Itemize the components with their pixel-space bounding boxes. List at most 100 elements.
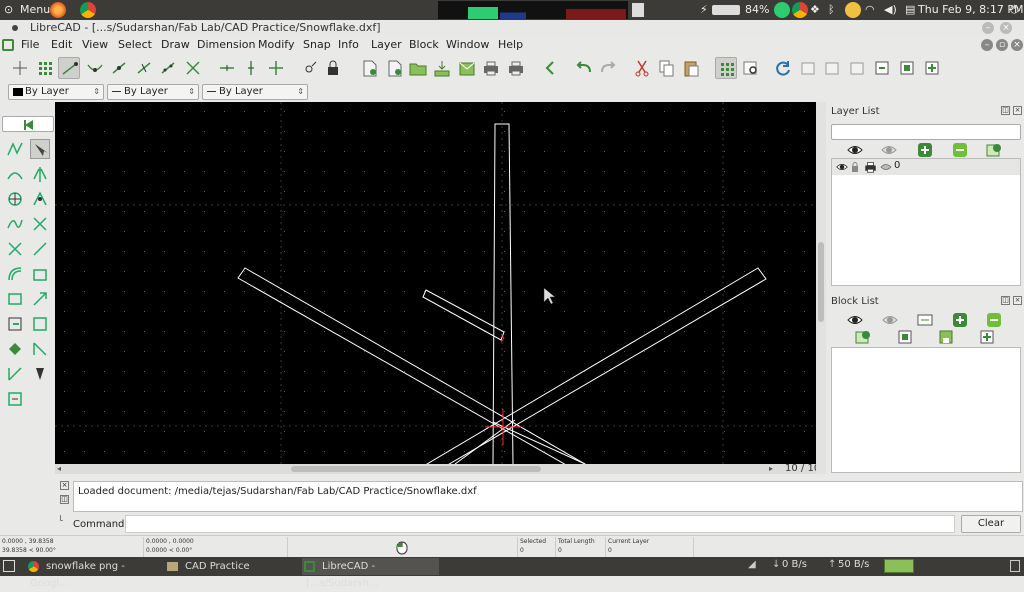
- chrome-icon[interactable]: [80, 2, 96, 18]
- horizontal-scroll-thumb[interactable]: [291, 466, 541, 472]
- menu-window[interactable]: Window: [446, 36, 489, 54]
- command-close-icon[interactable]: ×: [60, 481, 69, 490]
- close-window-icon[interactable]: ×: [1000, 22, 1012, 34]
- maximize-document-icon[interactable]: ▫: [996, 39, 1008, 51]
- menu-file[interactable]: File: [21, 36, 39, 54]
- snap-intersection-icon[interactable]: [182, 57, 204, 79]
- tool-info-icon[interactable]: [5, 389, 25, 409]
- volume-icon[interactable]: ◀): [884, 0, 897, 20]
- task-files[interactable]: CAD Practice: [165, 558, 295, 575]
- menu-help[interactable]: Help: [498, 36, 523, 54]
- tool-arcs-icon[interactable]: [5, 164, 25, 184]
- command-input[interactable]: [125, 515, 955, 533]
- toggle-grid-icon[interactable]: [715, 57, 737, 79]
- edit-block-icon[interactable]: [897, 329, 913, 345]
- horizontal-scrollbar[interactable]: ◂ ▸: [55, 464, 816, 474]
- lock-relative-zero-icon[interactable]: [322, 57, 344, 79]
- tool-lines-icon[interactable]: [5, 139, 25, 159]
- vertical-scroll-thumb[interactable]: [818, 242, 824, 322]
- clear-button[interactable]: Clear: [961, 515, 1021, 533]
- color-select[interactable]: By Layer ⇕: [8, 84, 104, 100]
- remove-layer-icon[interactable]: [952, 142, 968, 158]
- vertical-scrollbar[interactable]: [816, 102, 826, 474]
- copy-icon[interactable]: [655, 57, 677, 79]
- clock[interactable]: Thu Feb 9, 8:17 PM: [918, 0, 1023, 20]
- system-menu-label[interactable]: Menu: [20, 0, 50, 20]
- hide-all-blocks-icon[interactable]: [882, 312, 898, 328]
- undo-icon[interactable]: [573, 57, 595, 79]
- snap-center-icon[interactable]: [108, 57, 130, 79]
- menu-edit[interactable]: Edit: [51, 36, 72, 54]
- restrict-orthogonal-icon[interactable]: [265, 57, 287, 79]
- dock-close-icon[interactable]: ×: [1013, 296, 1022, 305]
- save-as-icon[interactable]: [456, 57, 478, 79]
- add-block-icon[interactable]: [952, 312, 968, 328]
- insert-block-icon[interactable]: [979, 329, 995, 345]
- tool-trim-icon[interactable]: [30, 214, 50, 234]
- dock-float-icon[interactable]: ◫: [1001, 106, 1010, 115]
- show-desktop-icon[interactable]: [3, 560, 15, 572]
- show-all-layers-icon[interactable]: [847, 142, 863, 158]
- open-file-icon[interactable]: [407, 57, 429, 79]
- save-file-icon[interactable]: [431, 57, 453, 79]
- tool-insert-block-icon[interactable]: [5, 314, 25, 334]
- tool-select-icon[interactable]: [30, 139, 50, 159]
- scroll-left-icon[interactable]: ◂: [57, 464, 61, 473]
- edit-layer-icon[interactable]: [986, 142, 1002, 158]
- tool-image-icon[interactable]: [30, 339, 50, 359]
- window-title-bar[interactable]: LibreCAD - [...s/Sudarshan/Fab Lab/CAD P…: [0, 20, 1024, 36]
- system-load-icon[interactable]: [884, 559, 914, 573]
- zoom-window-icon[interactable]: [896, 57, 918, 79]
- snap-middle-icon[interactable]: [133, 57, 155, 79]
- line-width-select[interactable]: By Layer ⇕: [107, 84, 199, 100]
- menu-block[interactable]: Block: [409, 36, 439, 54]
- cut-icon[interactable]: [631, 57, 653, 79]
- tool-circles-icon[interactable]: [5, 189, 25, 209]
- menu-snap[interactable]: Snap: [303, 36, 331, 54]
- zoom-out-icon[interactable]: [821, 57, 843, 79]
- tool-dimensions-icon[interactable]: [5, 239, 25, 259]
- restrict-horizontal-icon[interactable]: [216, 57, 238, 79]
- layer-lock-icon[interactable]: [851, 162, 859, 172]
- set-relative-zero-icon[interactable]: [298, 57, 320, 79]
- scroll-right-icon[interactable]: ▸: [769, 464, 773, 473]
- remove-block-icon[interactable]: [986, 312, 1002, 328]
- snap-grid-icon[interactable]: [34, 57, 56, 79]
- layer-construction-icon[interactable]: [880, 162, 892, 172]
- close-document-icon[interactable]: ×: [1011, 39, 1023, 51]
- chrome-tray-icon[interactable]: [792, 2, 808, 18]
- zoom-auto-icon[interactable]: [846, 57, 868, 79]
- tool-text-icon[interactable]: [5, 289, 25, 309]
- menu-view[interactable]: View: [82, 36, 108, 54]
- power-icon[interactable]: ⏻: [1010, 0, 1019, 20]
- layer-visible-icon[interactable]: [836, 161, 848, 173]
- task-librecad[interactable]: LibreCAD - [...s/Sudarsh...: [302, 558, 439, 589]
- toggle-draft-icon[interactable]: [740, 57, 762, 79]
- add-layer-icon[interactable]: [917, 142, 933, 158]
- tool-mirror-icon[interactable]: [30, 164, 50, 184]
- menu-layer[interactable]: Layer: [371, 36, 402, 54]
- show-all-blocks-icon[interactable]: [847, 312, 863, 328]
- menu-dimension[interactable]: Dimension: [197, 36, 255, 54]
- snap-endpoint-icon[interactable]: [58, 57, 80, 79]
- wifi-icon[interactable]: ◠: [865, 0, 875, 20]
- print-icon[interactable]: [480, 57, 502, 79]
- zoom-in-icon[interactable]: [797, 57, 819, 79]
- tool-measure-icon[interactable]: [30, 364, 50, 384]
- tool-points-icon[interactable]: [5, 364, 25, 384]
- drawing-canvas[interactable]: [55, 102, 816, 464]
- print-preview-icon[interactable]: [505, 57, 527, 79]
- layer-print-icon[interactable]: [864, 161, 877, 173]
- snap-distance-icon[interactable]: [157, 57, 179, 79]
- layer-row[interactable]: 0: [832, 159, 1020, 175]
- menu-info[interactable]: Info: [338, 36, 359, 54]
- battery-icon[interactable]: [712, 5, 740, 15]
- new-from-template-icon[interactable]: [383, 57, 405, 79]
- tool-move-rotate-icon[interactable]: [30, 189, 50, 209]
- layer-filter-input[interactable]: [831, 124, 1021, 140]
- dropbox-icon[interactable]: ❖: [810, 0, 820, 20]
- dock-close-icon[interactable]: ×: [1013, 106, 1022, 115]
- tool-hatch-icon[interactable]: [5, 339, 25, 359]
- minimize-window-icon[interactable]: –: [982, 22, 994, 34]
- zoom-previous-icon[interactable]: [871, 57, 893, 79]
